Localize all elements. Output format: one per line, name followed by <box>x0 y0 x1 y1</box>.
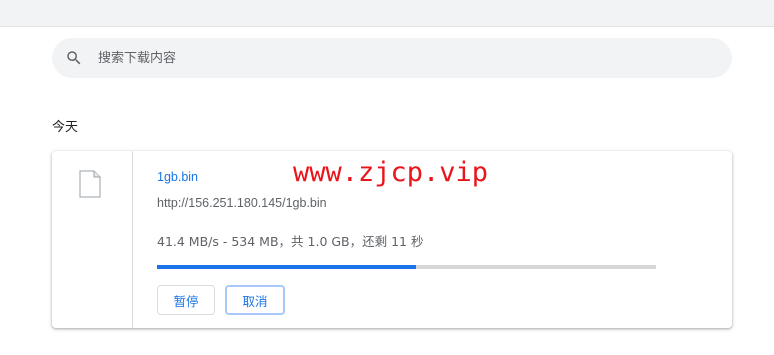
file-icon <box>79 170 101 198</box>
pause-button[interactable]: 暂停 <box>157 285 215 315</box>
download-progress-bar <box>157 265 656 269</box>
watermark-text: www.zjcp.vip <box>293 157 489 188</box>
file-name-link[interactable]: 1gb.bin <box>157 170 198 184</box>
search-bar[interactable] <box>52 38 732 78</box>
search-input[interactable] <box>98 38 698 78</box>
file-url[interactable]: http://156.251.180.145/1gb.bin <box>157 196 327 210</box>
file-icon-column <box>52 151 133 328</box>
download-status: 41.4 MB/s - 534 MB，共 1.0 GB，还剩 11 秒 <box>157 234 424 249</box>
date-section-title: 今天 <box>52 120 79 135</box>
cancel-button[interactable]: 取消 <box>225 285 285 315</box>
download-progress-fill <box>157 265 417 269</box>
search-icon <box>67 51 81 65</box>
top-toolbar <box>0 0 774 27</box>
